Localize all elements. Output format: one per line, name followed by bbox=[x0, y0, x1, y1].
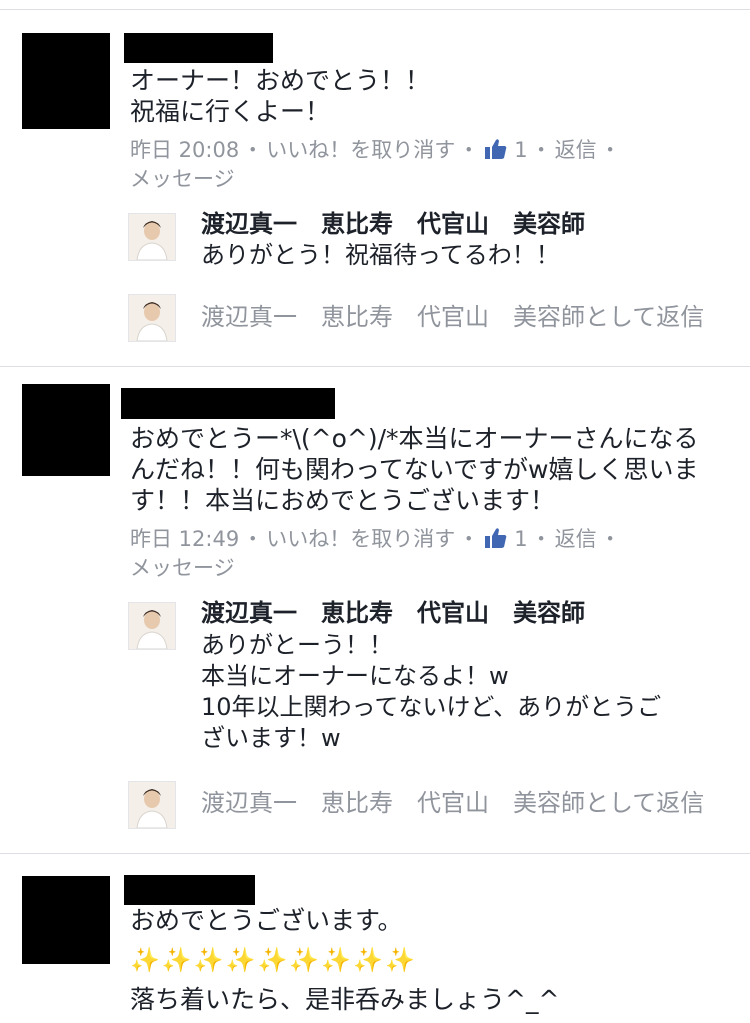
unlike-button[interactable]: いいね！を取り消す bbox=[266, 138, 455, 162]
reply-avatar[interactable] bbox=[128, 602, 176, 650]
reply-input[interactable]: 渡辺真一 恵比寿 代官山 美容師として返信 bbox=[201, 302, 704, 332]
unlike-button[interactable]: いいね！を取り消す bbox=[266, 527, 455, 551]
like-count: 1 bbox=[514, 138, 528, 162]
message-button[interactable]: メッセージ bbox=[130, 554, 235, 583]
sparkles-emoji-row: ✨✨✨✨✨✨✨✨✨ bbox=[130, 946, 417, 974]
reply-button[interactable]: 返信 bbox=[555, 527, 597, 551]
reply-input-avatar bbox=[128, 781, 176, 829]
comment-text: おめでとうございます。 bbox=[130, 906, 403, 935]
thumbs-up-icon[interactable] bbox=[484, 527, 508, 549]
reply-button[interactable]: 返信 bbox=[555, 138, 597, 162]
profile-photo bbox=[129, 782, 175, 828]
profile-photo bbox=[129, 295, 175, 341]
comment-time[interactable]: 昨日 20:08 bbox=[130, 138, 239, 162]
commenter-name-redacted[interactable] bbox=[124, 875, 255, 905]
reply-text: ありがとう！祝福待ってるわ！！ bbox=[201, 241, 560, 269]
comment-actions: 昨日 20:08 ・いいね！を取り消す・ 1 ・返信・ bbox=[130, 138, 621, 162]
reply-input[interactable]: 渡辺真一 恵比寿 代官山 美容師として返信 bbox=[201, 788, 704, 818]
reply-author-name[interactable]: 渡辺真一 恵比寿 代官山 美容師 bbox=[201, 209, 585, 239]
commenter-name-redacted[interactable] bbox=[124, 33, 273, 63]
commenter-name-redacted[interactable] bbox=[121, 388, 335, 419]
thumbs-up-icon[interactable] bbox=[484, 138, 508, 160]
divider bbox=[0, 366, 750, 367]
profile-photo bbox=[129, 603, 175, 649]
divider bbox=[0, 853, 750, 854]
message-button[interactable]: メッセージ bbox=[130, 165, 235, 194]
reply-author-name[interactable]: 渡辺真一 恵比寿 代官山 美容師 bbox=[201, 598, 585, 628]
profile-photo bbox=[129, 214, 175, 260]
comment-time[interactable]: 昨日 12:49 bbox=[130, 527, 239, 551]
commenter-avatar[interactable] bbox=[22, 384, 110, 476]
like-count: 1 bbox=[514, 527, 528, 551]
commenter-avatar[interactable] bbox=[22, 33, 110, 129]
reply-input-avatar bbox=[128, 294, 176, 342]
comment-text-2: 落ち着いたら、是非呑みましょう^_^ bbox=[130, 985, 560, 1014]
reply-avatar[interactable] bbox=[128, 213, 176, 261]
comment-text: オーナー！おめでとう！！ 祝福に行くよー！ bbox=[130, 66, 431, 126]
divider bbox=[0, 9, 750, 10]
comment-actions: 昨日 12:49 ・いいね！を取り消す・ 1 ・返信・ bbox=[130, 527, 621, 551]
reply-text: ありがとーう！！ 本当にオーナーになるよ！w 10年以上関わってないけど、ありが… bbox=[201, 631, 662, 752]
commenter-avatar[interactable] bbox=[22, 876, 110, 964]
comment-text: おめでとうー*\(^o^)/*本当にオーナーさんになる んだね！！何も関わってな… bbox=[130, 424, 699, 515]
